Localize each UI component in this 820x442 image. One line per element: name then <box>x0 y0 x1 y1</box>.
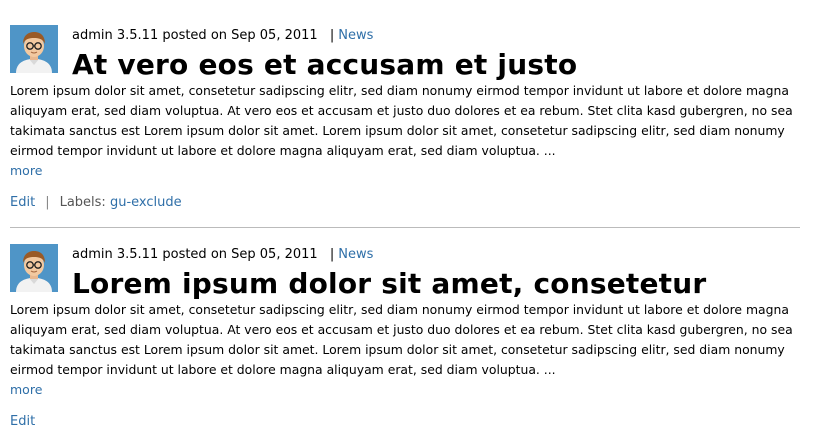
post-meta: admin 3.5.11 posted on Sep 05, 2011 | New… <box>72 25 800 47</box>
author-avatar[interactable] <box>10 244 58 292</box>
category-link[interactable]: News <box>338 28 373 43</box>
post-footer: Edit <box>10 412 800 432</box>
blog-post: admin 3.5.11 posted on Sep 05, 2011 | New… <box>0 0 820 213</box>
post-excerpt: Lorem ipsum dolor sit amet, consetetur s… <box>10 302 793 377</box>
meta-separator: | <box>329 247 335 262</box>
author-avatar[interactable] <box>10 25 58 73</box>
label-link[interactable]: gu-exclude <box>110 195 182 210</box>
user-avatar-icon <box>10 244 58 292</box>
post-title[interactable]: Lorem ipsum dolor sit amet, consetetur <box>72 266 800 302</box>
posted-on-text: posted on <box>162 28 228 43</box>
post-excerpt: Lorem ipsum dolor sit amet, consetetur s… <box>10 83 793 158</box>
edit-link[interactable]: Edit <box>10 195 35 210</box>
read-more-link[interactable]: more <box>10 380 42 400</box>
edit-link[interactable]: Edit <box>10 414 35 429</box>
posted-on-text: posted on <box>162 247 228 262</box>
category-link[interactable]: News <box>338 247 373 262</box>
post-author: admin 3.5.11 <box>72 247 159 262</box>
user-avatar-icon <box>10 25 58 73</box>
post-author: admin 3.5.11 <box>72 28 159 43</box>
post-date: Sep 05, 2011 <box>231 247 318 262</box>
post-meta: admin 3.5.11 posted on Sep 05, 2011 | New… <box>72 244 800 266</box>
meta-separator: | <box>329 28 335 43</box>
read-more-link[interactable]: more <box>10 161 42 181</box>
post-footer: Edit | Labels: gu-exclude <box>10 193 800 213</box>
blog-post: admin 3.5.11 posted on Sep 05, 2011 | New… <box>0 228 820 432</box>
post-date: Sep 05, 2011 <box>231 28 318 43</box>
footer-separator: | <box>45 195 50 210</box>
labels-prefix: Labels: <box>59 195 106 210</box>
post-title[interactable]: At vero eos et accusam et justo <box>72 47 800 83</box>
